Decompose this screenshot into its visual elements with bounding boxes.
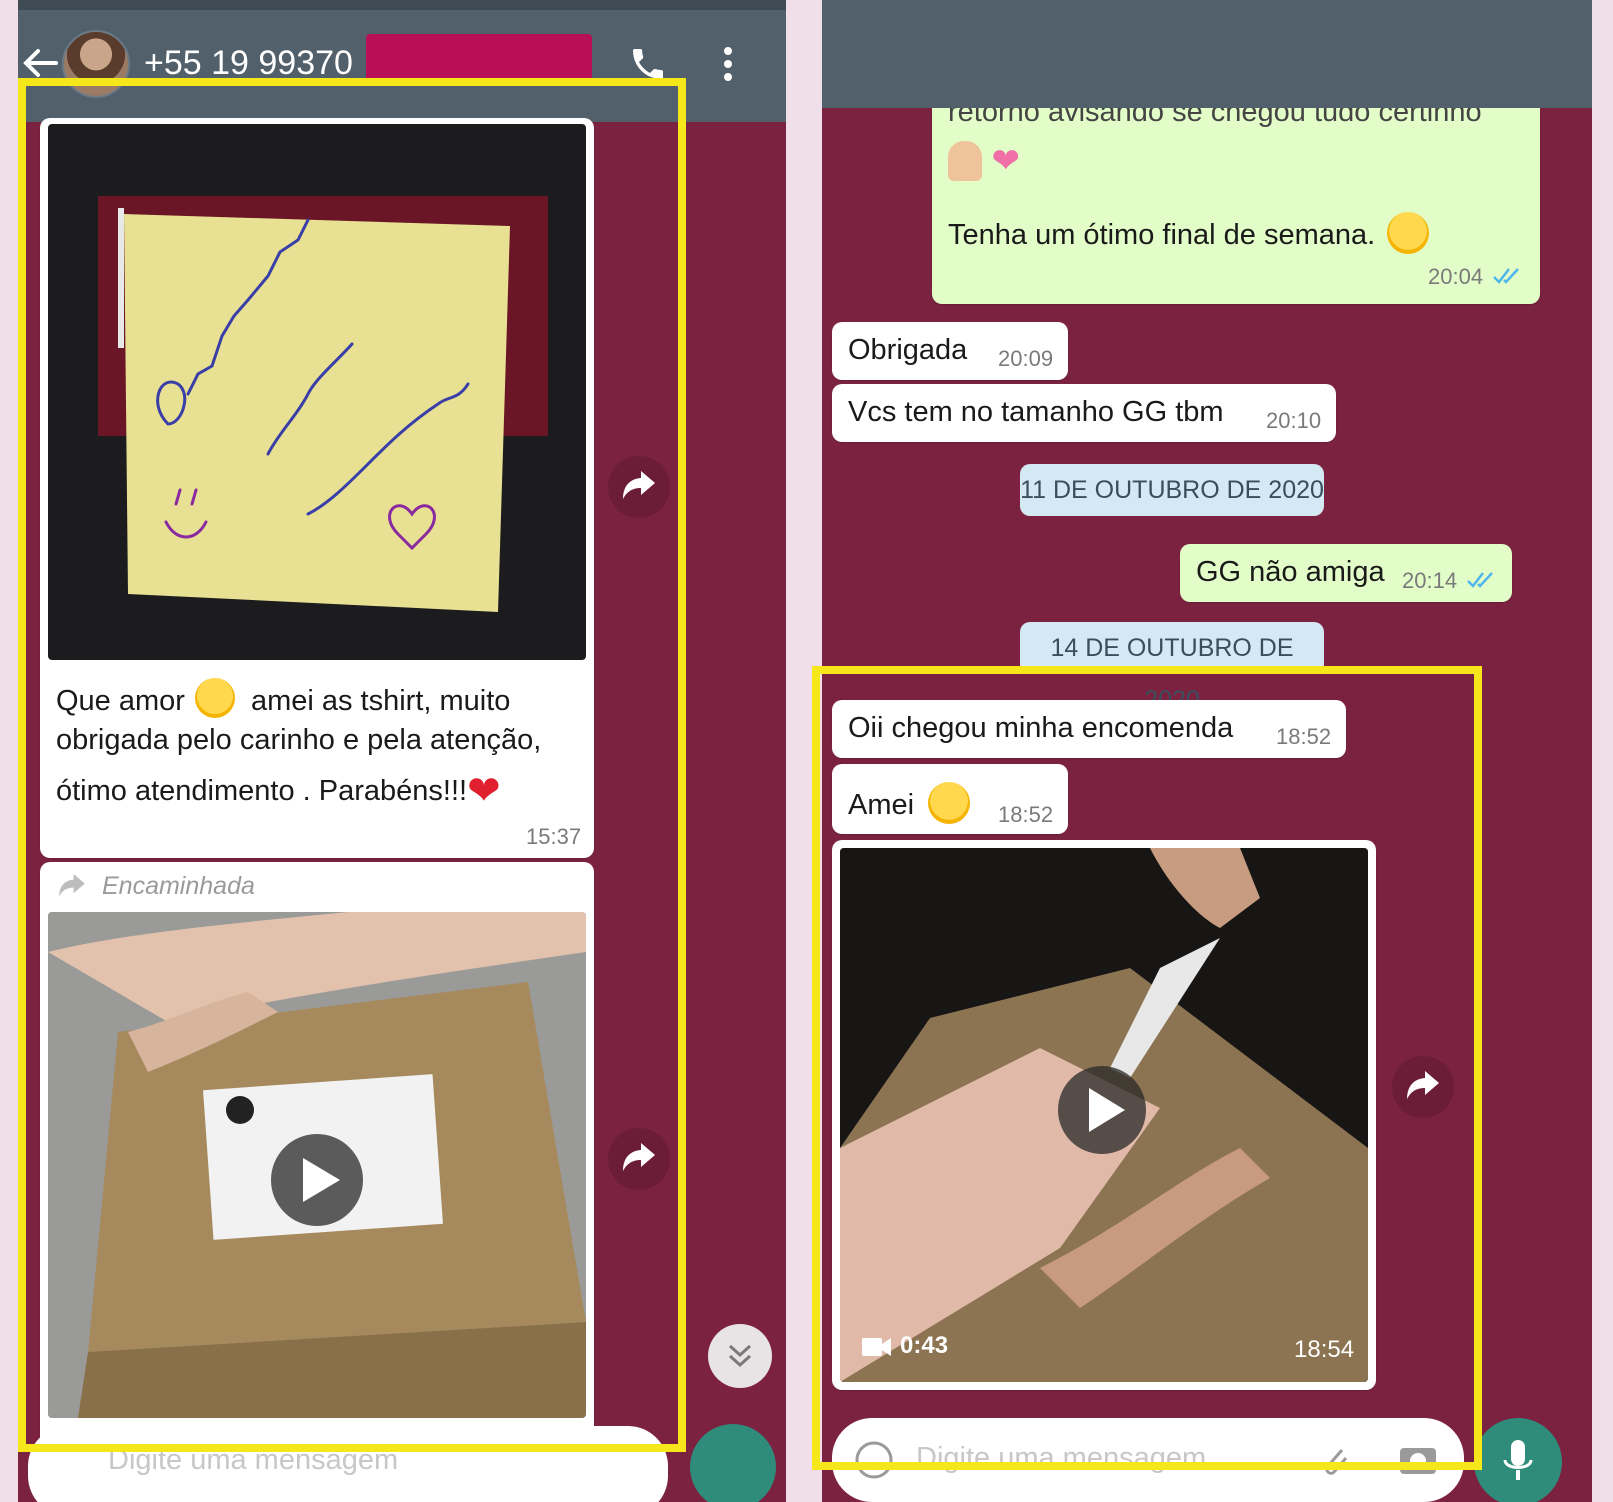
chat-screen-right: +55 41 8459 retorno avisando se chegou t… <box>822 0 1592 1502</box>
package-video-frame <box>48 912 586 1418</box>
hugging-face-icon <box>1387 212 1430 254</box>
message-bubble-incoming[interactable]: Oii chegou minha encomenda 18:52 <box>832 700 1346 758</box>
message-bubble-forwarded[interactable]: Encaminhada <box>40 862 594 1462</box>
contact-name[interactable]: +55 19 99370 <box>144 44 353 83</box>
status-bar <box>18 0 786 10</box>
message-bubble-outgoing[interactable]: retorno avisando se chegou tudo certinho… <box>932 60 1540 304</box>
message-bubble-incoming[interactable]: Obrigada 20:09 <box>832 322 1068 380</box>
forward-button[interactable] <box>608 456 670 518</box>
folded-hands-icon <box>948 141 982 182</box>
two-hearts-icon: ❤ <box>991 142 1020 181</box>
composer-placeholder: Digite uma mensagem <box>916 1442 1207 1474</box>
video-thumbnail[interactable] <box>48 912 586 1418</box>
message-time: 20:10 <box>1266 408 1322 433</box>
attach-icon[interactable] <box>1316 1438 1352 1478</box>
smiling-face-with-hearts-icon <box>928 782 971 824</box>
message-time: 20:09 <box>998 346 1054 371</box>
scroll-to-bottom-button[interactable] <box>708 1324 772 1388</box>
message-text: Obrigada <box>848 334 968 366</box>
message-text-line: obrigada pelo carinho e pela atenção, <box>56 724 542 756</box>
message-composer[interactable]: Digite uma mensagem <box>832 1418 1464 1502</box>
mic-icon <box>1503 1440 1533 1480</box>
message-time: 18:54 <box>1294 1336 1355 1363</box>
message-time: 18:52 <box>1276 724 1332 749</box>
composer-placeholder: Digite uma mensagem <box>108 1444 399 1476</box>
message-text: Vcs tem no tamanho GG tbm <box>848 396 1224 428</box>
message-text: Amei <box>848 782 971 824</box>
back-arrow-icon[interactable] <box>822 38 848 68</box>
red-heart-icon: ❤ <box>467 769 501 813</box>
forwarded-label: Encaminhada <box>102 872 255 900</box>
message-text-line: ótimo atendimento . Parabéns!!!❤ <box>56 769 501 813</box>
redaction-block <box>366 34 592 86</box>
forwarded-icon <box>59 874 85 897</box>
video-camera-icon <box>862 1338 891 1356</box>
smiling-face-with-hearts-icon <box>194 678 235 718</box>
chat-header: +55 19 99370 <box>18 0 786 122</box>
avatar[interactable] <box>62 30 130 98</box>
date-separator: 11 DE OUTUBRO DE 2020 <box>1020 464 1324 516</box>
more-vert-icon[interactable] <box>722 46 734 82</box>
video-thumbnail[interactable]: 0:43 18:54 <box>840 848 1368 1382</box>
mic-button[interactable] <box>1474 1418 1562 1502</box>
forward-button[interactable] <box>1392 1056 1454 1118</box>
message-bubble-incoming[interactable]: Vcs tem no tamanho GG tbm 20:10 <box>832 384 1336 442</box>
forward-icon <box>1407 1071 1439 1099</box>
message-composer[interactable]: Digite uma mensagem <box>28 1426 668 1502</box>
message-bubble[interactable]: Que amor amei as tshirt, muito obrigada p… <box>40 118 594 858</box>
chevron-down-icon <box>728 1344 752 1368</box>
mic-button[interactable] <box>690 1424 776 1502</box>
message-text: GG não amiga <box>1196 556 1385 588</box>
avatar[interactable] <box>852 18 920 86</box>
message-text-line: Que amor amei as tshirt, muito <box>56 678 510 718</box>
message-time: 15:37 <box>526 824 582 849</box>
unboxing-video-frame <box>840 848 1368 1382</box>
message-time: 20:14 <box>1402 568 1458 593</box>
phone-icon[interactable] <box>628 44 668 84</box>
sticky-note-photo <box>98 196 548 612</box>
forward-icon <box>623 1143 655 1171</box>
message-text: Oii chegou minha encomenda <box>848 712 1234 744</box>
camera-icon[interactable] <box>1398 1440 1438 1476</box>
message-text-line: Tenha um ótimo final de semana. <box>948 212 1430 254</box>
message-bubble-video[interactable]: 0:43 18:54 <box>832 840 1376 1390</box>
message-text-line: retorno avisando se chegou tudo certinho <box>948 96 1482 128</box>
message-time: 18:52 <box>998 802 1054 827</box>
forward-button[interactable] <box>608 1128 670 1190</box>
chat-screen-left: +55 19 99370 Que amor amei as tshirt, mu… <box>18 0 786 1502</box>
image-thank-you-note[interactable] <box>48 124 586 660</box>
double-check-icon <box>1467 572 1493 588</box>
message-time: 20:04 <box>1428 264 1484 289</box>
emoji-row: ❤ <box>948 140 1020 182</box>
message-bubble-outgoing[interactable]: GG não amiga 20:14 <box>1180 544 1512 602</box>
double-check-icon <box>1493 268 1519 284</box>
forward-icon <box>623 471 655 499</box>
emoji-icon[interactable] <box>854 1440 894 1480</box>
message-bubble-incoming[interactable]: Amei 18:52 <box>832 764 1068 834</box>
back-arrow-icon[interactable] <box>22 48 58 78</box>
date-separator: 14 DE OUTUBRO DE 2020 <box>1020 622 1324 714</box>
video-duration: 0:43 <box>900 1332 949 1359</box>
